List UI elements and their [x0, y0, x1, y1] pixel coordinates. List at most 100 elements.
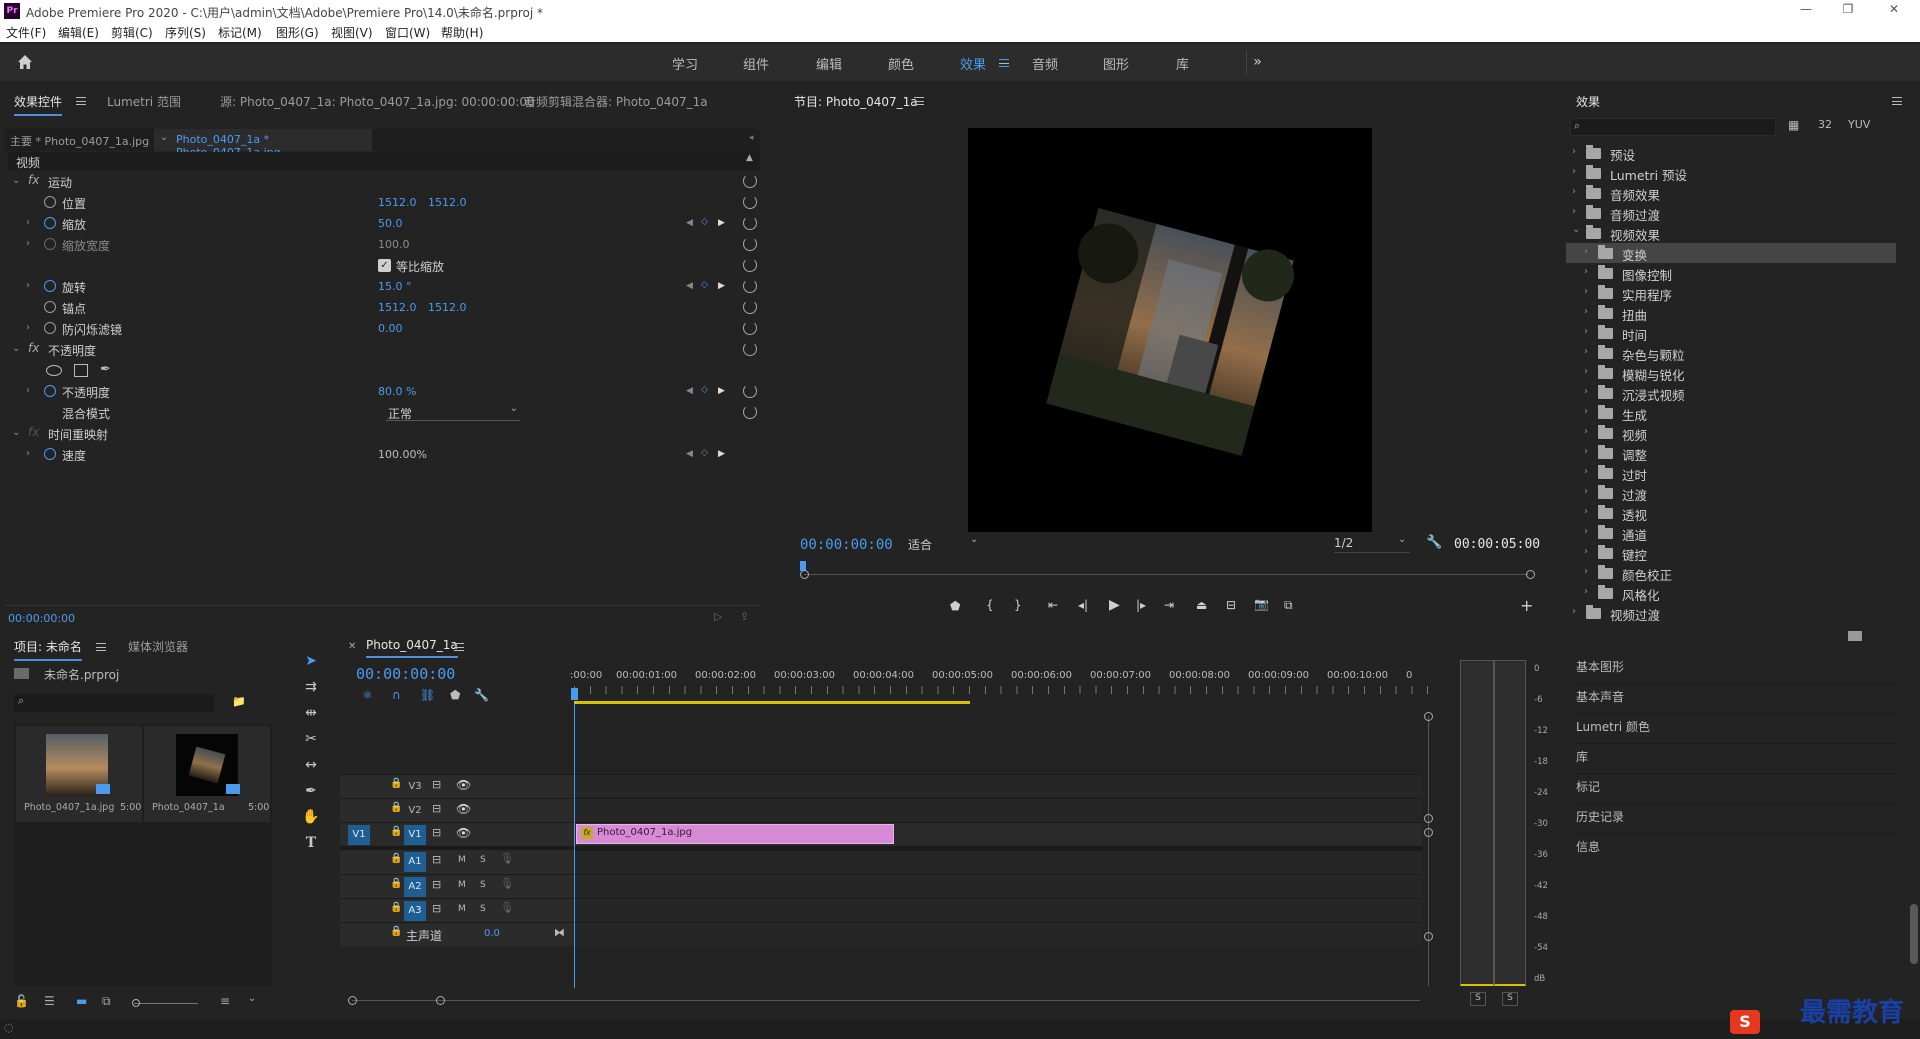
- master-volume-value[interactable]: 0.0: [484, 928, 500, 939]
- menu-help[interactable]: 帮助(H): [441, 24, 483, 41]
- effects-subitem-video[interactable]: › 视频: [1566, 423, 1896, 443]
- effects-subitem-immersive-video[interactable]: › 沉浸式视频: [1566, 383, 1896, 403]
- anti-flicker-value[interactable]: 0.00: [378, 322, 403, 335]
- snap-icon[interactable]: ∩: [392, 688, 401, 702]
- vertical-zoom-handle[interactable]: [1424, 814, 1433, 823]
- mute-button[interactable]: M: [458, 855, 466, 865]
- freeform-view-icon[interactable]: ⧉: [102, 994, 111, 1009]
- prev-keyframe-icon[interactable]: ◀: [686, 449, 693, 459]
- track-a1[interactable]: [574, 850, 1422, 874]
- add-marker-icon[interactable]: ⬟: [450, 688, 460, 702]
- menu-sequence[interactable]: 序列(S): [165, 24, 206, 41]
- program-menu-icon[interactable]: [914, 97, 924, 105]
- reset-icon[interactable]: [743, 174, 757, 188]
- reset-icon[interactable]: [743, 195, 757, 209]
- workspace-overflow-icon[interactable]: »: [1246, 50, 1268, 74]
- mark-in-icon[interactable]: {: [986, 598, 994, 612]
- vertical-zoom-handle[interactable]: [1424, 932, 1433, 941]
- slip-tool-icon[interactable]: ↔: [299, 754, 323, 776]
- microphone-icon[interactable]: 🎙: [500, 901, 514, 914]
- scroll-start-handle[interactable]: [348, 996, 357, 1005]
- stopwatch-icon[interactable]: [44, 322, 56, 334]
- workspace-audio[interactable]: 音频: [1032, 54, 1058, 73]
- motion-effect-row[interactable]: ⌄ fx 运动: [4, 171, 760, 192]
- time-ruler[interactable]: :00:00 00:00:01:00 00:00:02:00 00:00:03:…: [570, 670, 1432, 704]
- add-keyframe-icon[interactable]: ◇: [701, 280, 708, 290]
- effects-subitem-keying[interactable]: › 键控: [1566, 543, 1896, 563]
- track-target-v3[interactable]: V3: [404, 777, 426, 797]
- resolution-select[interactable]: 1/2 ⌄: [1334, 534, 1410, 553]
- effects-item-presets[interactable]: › 预设: [1566, 143, 1896, 163]
- panel-history[interactable]: 历史记录: [1576, 808, 1896, 834]
- razor-tool-icon[interactable]: ✂: [299, 728, 323, 750]
- stopwatch-icon[interactable]: [44, 448, 56, 460]
- menu-clip[interactable]: 剪辑(C): [111, 24, 153, 41]
- tab-sequence[interactable]: Photo_0407_1a: [366, 638, 458, 658]
- effect-controls-menu-icon[interactable]: [76, 97, 86, 105]
- menu-view[interactable]: 视图(V): [331, 24, 373, 41]
- ellipse-mask-icon[interactable]: [46, 365, 62, 376]
- stopwatch-icon[interactable]: [44, 385, 56, 397]
- effects-subitem-image-control[interactable]: › 图像控制: [1566, 263, 1896, 283]
- next-keyframe-icon[interactable]: ▶: [718, 218, 725, 228]
- position-x-value[interactable]: 1512.0: [378, 196, 417, 209]
- playhead-head[interactable]: [571, 688, 578, 700]
- close-icon[interactable]: ✕: [348, 641, 356, 652]
- workspace-assembly[interactable]: 组件: [743, 54, 769, 73]
- panel-lumetri-color[interactable]: Lumetri 颜色: [1576, 718, 1896, 744]
- effects-subitem-perspective[interactable]: › 透视: [1566, 503, 1896, 523]
- microphone-icon[interactable]: 🎙: [500, 877, 514, 890]
- add-marker-icon[interactable]: ⬟: [950, 599, 960, 613]
- maximize-button[interactable]: ❐: [1838, 2, 1858, 20]
- workspace-effects[interactable]: 效果: [960, 54, 986, 73]
- new-search-bin-icon[interactable]: 📁: [232, 695, 246, 708]
- type-tool-icon[interactable]: T: [299, 832, 323, 854]
- chevron-down-icon[interactable]: ⌄: [12, 343, 20, 354]
- scrub-start-handle[interactable]: [800, 570, 809, 579]
- track-v2[interactable]: [574, 798, 1422, 822]
- selection-tool-icon[interactable]: ➤: [299, 650, 323, 672]
- workspace-menu-icon[interactable]: [999, 59, 1009, 67]
- menu-marker[interactable]: 标记(M): [218, 24, 262, 41]
- meter-solo-left[interactable]: S: [1470, 992, 1486, 1006]
- icon-view-icon[interactable]: ▬: [76, 994, 87, 1008]
- add-keyframe-icon[interactable]: ◇: [701, 385, 708, 395]
- anchor-y-value[interactable]: 1512.0: [428, 301, 467, 314]
- clip-tab[interactable]: ⌄ Photo_0407_1a * Photo_0407_1a.jpg: [154, 129, 372, 159]
- pen-mask-icon[interactable]: ✒: [100, 362, 111, 377]
- step-back-icon[interactable]: ◂|: [1078, 598, 1088, 612]
- project-search-input[interactable]: ⌕: [14, 694, 214, 712]
- effects-subitem-generate[interactable]: › 生成: [1566, 403, 1896, 423]
- workspace-graphics[interactable]: 图形: [1103, 54, 1129, 73]
- chevron-down-icon[interactable]: ⌄: [12, 175, 20, 186]
- microphone-icon[interactable]: 🎙: [500, 852, 514, 865]
- effects-subitem-channel[interactable]: › 通道: [1566, 523, 1896, 543]
- settings-wrench-icon[interactable]: 🔧: [1426, 535, 1442, 550]
- track-target-v2[interactable]: V2: [404, 801, 426, 821]
- track-select-tool-icon[interactable]: ⇉: [299, 676, 323, 698]
- panel-collapse-icon[interactable]: ◂: [749, 133, 754, 143]
- new-bin-icon[interactable]: [1848, 631, 1862, 641]
- panel-essential-sound[interactable]: 基本声音: [1576, 688, 1896, 714]
- reset-icon[interactable]: [743, 258, 757, 272]
- pen-tool-icon[interactable]: ✒: [299, 780, 323, 802]
- minimize-button[interactable]: —: [1796, 2, 1816, 20]
- accelerated-effects-icon[interactable]: ▦: [1788, 118, 1799, 132]
- eye-icon[interactable]: 👁: [456, 802, 471, 816]
- add-keyframe-icon[interactable]: ◇: [701, 448, 708, 458]
- program-video-frame[interactable]: [968, 128, 1372, 532]
- timeline-menu-icon[interactable]: [454, 643, 464, 651]
- tab-source[interactable]: 源: Photo_0407_1a: Photo_0407_1a.jpg: 00:…: [220, 93, 535, 110]
- nest-icon[interactable]: ⚛: [362, 688, 373, 702]
- program-scrub-bar[interactable]: [800, 561, 1540, 581]
- source-patch-v1[interactable]: V1: [348, 825, 370, 845]
- timeline-settings-icon[interactable]: 🔧: [474, 688, 489, 702]
- reset-icon[interactable]: [743, 342, 757, 356]
- track-v3[interactable]: [574, 774, 1422, 798]
- anchor-x-value[interactable]: 1512.0: [378, 301, 417, 314]
- master-clip-label[interactable]: 主要 * Photo_0407_1a.jpg: [10, 133, 149, 149]
- lock-icon[interactable]: 🔒: [390, 926, 402, 937]
- effects-item-audio-effects[interactable]: › 音频效果: [1566, 183, 1896, 203]
- panel-info[interactable]: 信息: [1576, 838, 1896, 864]
- menu-file[interactable]: 文件(F): [6, 24, 46, 41]
